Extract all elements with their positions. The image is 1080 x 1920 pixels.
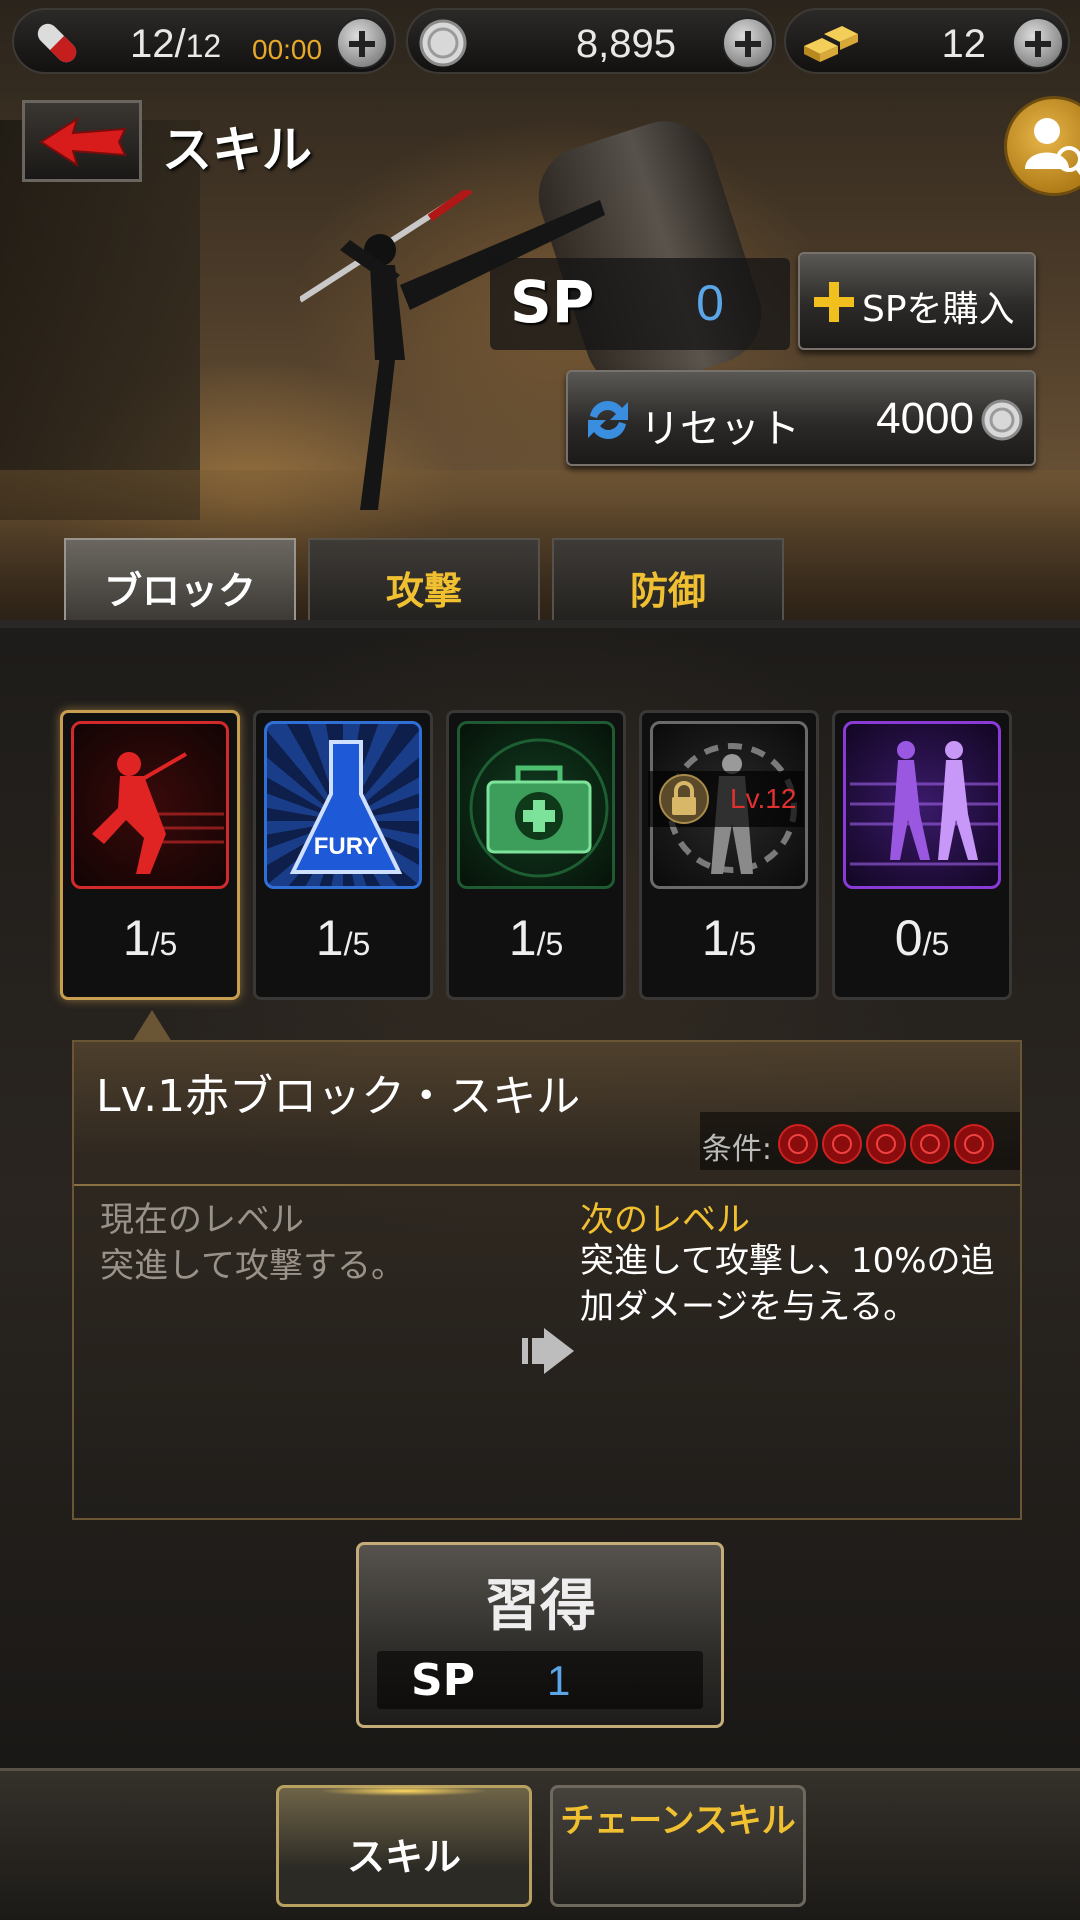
buy-sp-button[interactable]: SPを購入 — [798, 252, 1036, 350]
learn-skill-button[interactable]: 習得 SP 1 — [356, 1542, 724, 1728]
tab-attack[interactable]: 攻撃 — [308, 538, 540, 626]
red-block-fighter-icon — [92, 752, 224, 874]
skill-card-locked[interactable]: Lv.12 1/5 — [639, 710, 819, 1000]
medkit-icon — [469, 738, 609, 878]
nav-skill[interactable]: スキル — [276, 1785, 532, 1907]
walking-fighters-icon — [850, 741, 998, 866]
arrow-right-icon — [522, 1328, 574, 1374]
sp-value: 0 — [696, 275, 724, 331]
tab-defense-label: 防御 — [629, 569, 706, 613]
tab-block[interactable]: ブロック — [64, 538, 296, 630]
stamina-max: 12 — [185, 28, 222, 64]
svg-text:FURY: FURY — [314, 833, 378, 860]
skill-card-red-block[interactable]: 1/5 — [60, 710, 240, 1000]
unlock-level: Lv.12 — [730, 783, 797, 814]
bottom-nav: スキル チェーンスキル — [0, 1768, 1080, 1920]
skill-max: /5 — [343, 926, 371, 962]
current-level-heading: 現在のレベル — [100, 1200, 304, 1240]
selection-pointer — [132, 1010, 172, 1042]
skill-max: /5 — [922, 926, 950, 962]
nav-chain-skill-label: チェーンスキル — [560, 1801, 796, 1841]
buy-sp-label: SPを購入 — [862, 289, 1015, 330]
sp-display: SP 0 — [490, 258, 790, 350]
add-stamina-button[interactable] — [336, 17, 388, 69]
silver-coin-icon — [981, 399, 1023, 441]
sp-label: SP — [510, 268, 595, 336]
reset-button[interactable]: リセット 4000 — [566, 370, 1036, 466]
skill-card-medkit[interactable]: 1/5 — [446, 710, 626, 1000]
stamina-counter: 12/12 00:00 — [12, 8, 396, 74]
learn-label: 習得 — [484, 1574, 596, 1639]
skill-card-purple[interactable]: 0/5 — [832, 710, 1012, 1000]
learn-cost: SP 1 — [377, 1651, 703, 1709]
skill-max: /5 — [150, 926, 178, 962]
skill-name: Lv.1赤ブロック・スキル — [96, 1071, 581, 1122]
condition-label: 条件: — [701, 1132, 772, 1167]
gold-value: 12 — [941, 22, 987, 66]
user-search-icon — [1025, 118, 1080, 176]
skill-card-fury[interactable]: FURY 1/5 — [253, 710, 433, 1000]
stamina-value: 12/ — [130, 22, 186, 66]
silver-coin-icon — [419, 19, 467, 67]
padlock-icon — [659, 774, 709, 824]
next-level-text: 突進して攻撃し、10%の追加ダメージを与える。 — [580, 1241, 995, 1327]
resource-bar: 12/12 00:00 8,895 12 — [0, 0, 1080, 80]
skill-level: 0 — [894, 910, 923, 966]
refresh-icon — [588, 400, 628, 440]
gold-counter: 12 — [784, 8, 1070, 74]
next-level-heading: 次のレベル — [580, 1200, 750, 1240]
reset-cost: 4000 — [876, 394, 974, 443]
skill-level: 1 — [508, 910, 537, 966]
skill-level: 1 — [315, 910, 344, 966]
add-silver-button[interactable] — [722, 17, 774, 69]
tab-attack-label: 攻撃 — [385, 569, 462, 613]
nav-skill-label: スキル — [346, 1835, 461, 1879]
gold-bars-icon — [804, 26, 858, 62]
reset-label: リセット — [640, 406, 800, 452]
skill-max: /5 — [536, 926, 564, 962]
fury-flask-icon: FURY — [289, 740, 403, 874]
red-gem-conditions-icon — [778, 1124, 994, 1164]
tab-defense[interactable]: 防御 — [552, 538, 784, 626]
silver-value: 8,895 — [575, 22, 676, 66]
page-title: スキル — [162, 121, 312, 179]
add-gold-button[interactable] — [1012, 17, 1064, 69]
plus-icon — [814, 282, 854, 322]
skill-level: 1 — [701, 910, 730, 966]
stamina-capsule-icon — [37, 23, 77, 63]
back-button[interactable] — [22, 100, 142, 182]
tab-block-label: ブロック — [103, 569, 256, 613]
nav-chain-skill[interactable]: チェーンスキル — [550, 1785, 806, 1907]
back-arrow-icon — [39, 117, 127, 167]
fighter-image — [300, 190, 605, 510]
current-level-text: 突進して攻撃する。 — [100, 1246, 405, 1286]
silver-counter: 8,895 — [406, 8, 776, 74]
stamina-timer: 00:00 — [252, 34, 323, 65]
skill-max: /5 — [729, 926, 757, 962]
learn-sp-cost: 1 — [547, 1657, 571, 1704]
learn-sp-label: SP — [411, 1655, 475, 1706]
lock-badge: Lv.12 — [648, 771, 804, 827]
skill-level: 1 — [122, 910, 151, 966]
skill-detail-panel: Lv.1赤ブロック・スキル 条件: 現在のレベル 突進して攻撃する。 次のレベル… — [72, 1040, 1022, 1520]
